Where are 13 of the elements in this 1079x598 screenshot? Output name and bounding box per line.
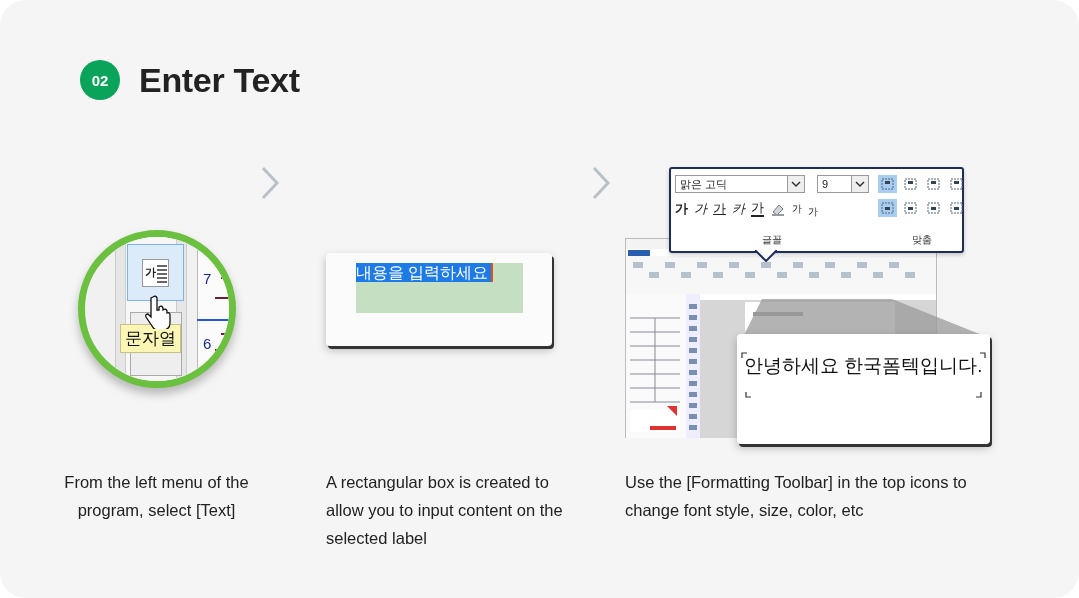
step-caption: Use the [Formatting Toolbar] in the top icons to change font style, size, color, etc — [625, 472, 968, 521]
group-label: 맞춤 — [911, 233, 933, 247]
ruler-number: 7 — [203, 270, 212, 287]
selected-text: 내용을 입력하세요 — [356, 263, 494, 282]
section-title: Enter Text — [139, 60, 300, 100]
label-text: 안녕하세요 한국폼텍입니다. — [744, 354, 983, 378]
step-caption: From the left menu of the program, select [Text] — [63, 472, 250, 521]
tooltip: 문자열 — [120, 324, 181, 353]
step-caption: A rectangular box is created to allow you to input content on the selected label — [326, 472, 564, 549]
group-label: 글꼴 — [761, 233, 783, 247]
step-number-badge: 02 — [80, 60, 120, 100]
text-tool-icon: 가 — [142, 258, 169, 287]
ruler-number: 6 — [203, 335, 212, 352]
